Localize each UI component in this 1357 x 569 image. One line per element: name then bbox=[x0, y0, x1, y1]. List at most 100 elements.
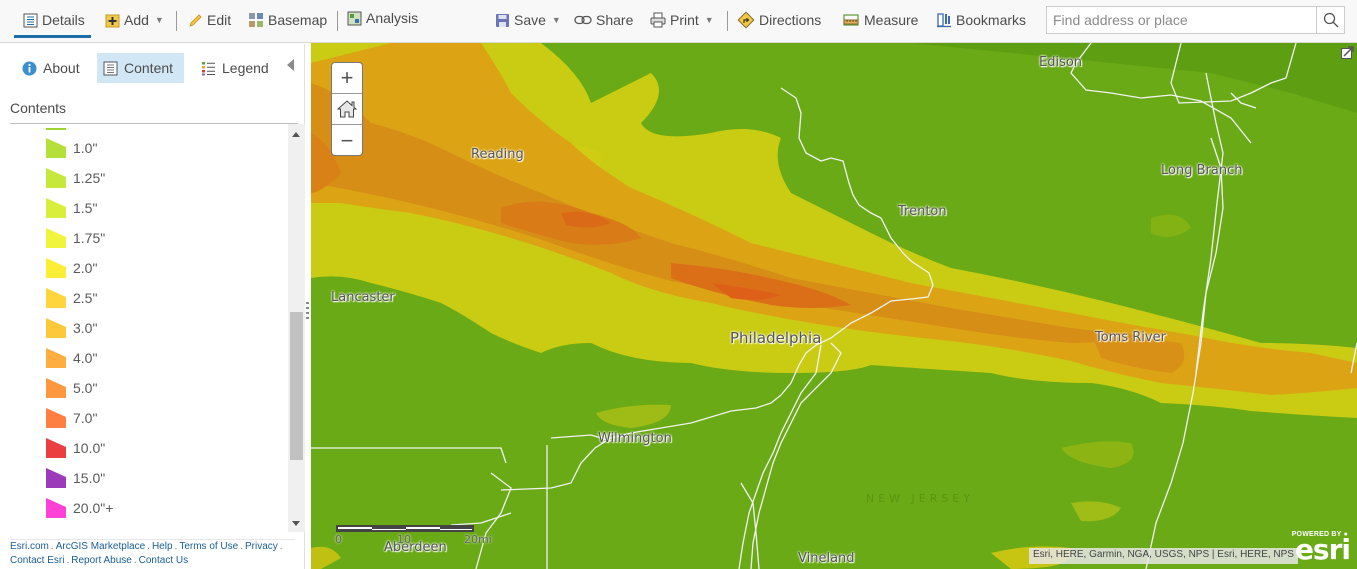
bookmark-icon bbox=[936, 12, 952, 28]
directions-button[interactable]: Directions bbox=[737, 8, 821, 32]
side-panel: About Content Legend Contents 1.0" 1.25" 1… bbox=[0, 44, 305, 569]
legend-swatch-partial bbox=[46, 128, 66, 130]
legend-swatch bbox=[46, 168, 66, 188]
footer-link[interactable]: Contact Esri bbox=[10, 555, 64, 566]
legend-swatch bbox=[46, 258, 66, 278]
snowfall-map-layer bbox=[311, 43, 1357, 569]
footer-link[interactable]: Help bbox=[152, 541, 173, 552]
legend-label: 20.0"+ bbox=[73, 500, 114, 516]
legend-label: 7.0" bbox=[73, 410, 98, 426]
bookmarks-button[interactable]: Bookmarks bbox=[936, 8, 1026, 32]
legend-item: 1.25" bbox=[46, 168, 105, 188]
plus-icon: + bbox=[340, 65, 354, 90]
scroll-up-arrow-icon[interactable] bbox=[292, 132, 300, 137]
add-button[interactable]: Add ▼ bbox=[104, 8, 164, 32]
legend-label: 5.0" bbox=[73, 380, 98, 396]
pencil-icon bbox=[187, 12, 203, 28]
home-icon bbox=[336, 100, 358, 118]
legend-swatch bbox=[46, 318, 66, 338]
drag-grip-icon bbox=[306, 302, 309, 322]
zoom-control: + − bbox=[331, 62, 363, 156]
legend-swatch bbox=[46, 498, 66, 518]
tab-about-label: About bbox=[43, 60, 80, 76]
print-button[interactable]: Print ▼ bbox=[650, 8, 714, 32]
esri-logo[interactable]: POWERED BY ● esri bbox=[1286, 531, 1351, 566]
chevron-down-icon: ▼ bbox=[704, 15, 714, 25]
bookmarks-label: Bookmarks bbox=[956, 12, 1027, 28]
basemap-button[interactable]: Basemap bbox=[248, 8, 327, 32]
search-box bbox=[1046, 6, 1345, 34]
legend-item: 2.0" bbox=[46, 258, 97, 278]
scrollbar-thumb[interactable] bbox=[290, 312, 303, 460]
zoom-out-button[interactable]: − bbox=[332, 125, 362, 155]
zoom-in-button[interactable]: + bbox=[332, 63, 362, 94]
legend-label: 1.75" bbox=[73, 230, 106, 246]
separator: . bbox=[66, 555, 70, 566]
toolbar-divider bbox=[176, 11, 177, 31]
footer-link[interactable]: Terms of Use bbox=[179, 541, 238, 552]
legend-swatch bbox=[46, 198, 66, 218]
separator: . bbox=[50, 541, 54, 552]
tab-about[interactable]: About bbox=[16, 53, 86, 83]
legend-item: 10.0" bbox=[46, 438, 105, 458]
legend-item: 20.0"+ bbox=[46, 498, 113, 518]
legend-label: 2.5" bbox=[73, 290, 98, 306]
details-icon bbox=[22, 12, 38, 28]
share-label: Share bbox=[596, 12, 634, 28]
footer-link[interactable]: Esri.com bbox=[10, 541, 49, 552]
tab-content[interactable]: Content bbox=[97, 53, 184, 83]
basemap-gallery-icon bbox=[248, 12, 264, 28]
esri-wordmark: esri bbox=[1294, 533, 1351, 566]
tab-legend[interactable]: Legend bbox=[195, 53, 275, 83]
chevron-down-icon: ▼ bbox=[154, 15, 164, 25]
link-icon bbox=[574, 12, 592, 28]
measure-ruler-icon bbox=[842, 12, 860, 28]
separator: . bbox=[240, 541, 243, 552]
measure-button[interactable]: Measure bbox=[842, 8, 918, 32]
save-disk-icon bbox=[494, 12, 510, 28]
chevron-down-icon: ▼ bbox=[551, 15, 561, 25]
city-label-reading: Reading bbox=[471, 147, 524, 162]
details-button[interactable]: Details bbox=[22, 8, 85, 32]
separator: . bbox=[174, 541, 178, 552]
legend-swatch bbox=[46, 408, 66, 428]
legend-label: 3.0" bbox=[73, 320, 98, 336]
edit-button[interactable]: Edit bbox=[187, 8, 231, 32]
legend-swatch bbox=[46, 468, 66, 488]
basemap-label: Basemap bbox=[268, 12, 328, 28]
separator: . bbox=[133, 555, 137, 566]
legend-label: 1.5" bbox=[73, 200, 98, 216]
save-label: Save bbox=[514, 12, 546, 28]
collapse-panel-icon[interactable] bbox=[287, 59, 294, 71]
tab-legend-label: Legend bbox=[222, 60, 269, 76]
printer-icon bbox=[650, 12, 666, 28]
city-label-long-branch: Long Branch bbox=[1161, 163, 1243, 178]
share-button[interactable]: Share bbox=[574, 8, 633, 32]
footer-link[interactable]: ArcGIS Marketplace bbox=[56, 541, 145, 552]
save-button[interactable]: Save ▼ bbox=[494, 8, 561, 32]
scale-label-end: 20mi bbox=[464, 533, 492, 546]
scroll-down-arrow-icon[interactable] bbox=[292, 521, 300, 526]
expand-map-icon[interactable] bbox=[1341, 45, 1355, 59]
map-view[interactable]: Edison Reading Trenton Long Branch Lancaster… bbox=[311, 43, 1357, 569]
legend-swatch bbox=[46, 438, 66, 458]
home-button[interactable] bbox=[332, 94, 362, 125]
search-button[interactable] bbox=[1316, 7, 1344, 33]
active-tab-indicator bbox=[14, 35, 91, 38]
footer-link[interactable]: Contact Us bbox=[139, 555, 188, 566]
analysis-button[interactable]: Analysis bbox=[346, 6, 418, 30]
content-list-icon bbox=[103, 61, 118, 75]
footer-links: Esri.com. ArcGIS Marketplace. Help. Terms o… bbox=[10, 539, 295, 568]
legend-scrollbar[interactable] bbox=[288, 124, 305, 532]
footer-link[interactable]: Privacy bbox=[245, 541, 278, 552]
legend-item: 1.5" bbox=[46, 198, 97, 218]
city-label-vineland: Vineland bbox=[798, 551, 855, 566]
scale-label-mid: 10 bbox=[397, 533, 411, 546]
analysis-label: Analysis bbox=[366, 10, 419, 26]
legend-item: 1.75" bbox=[46, 228, 105, 248]
legend-item: 2.5" bbox=[46, 288, 97, 308]
measure-label: Measure bbox=[864, 12, 919, 28]
directions-label: Directions bbox=[759, 12, 822, 28]
footer-link[interactable]: Report Abuse bbox=[71, 555, 132, 566]
search-input[interactable] bbox=[1047, 7, 1316, 33]
